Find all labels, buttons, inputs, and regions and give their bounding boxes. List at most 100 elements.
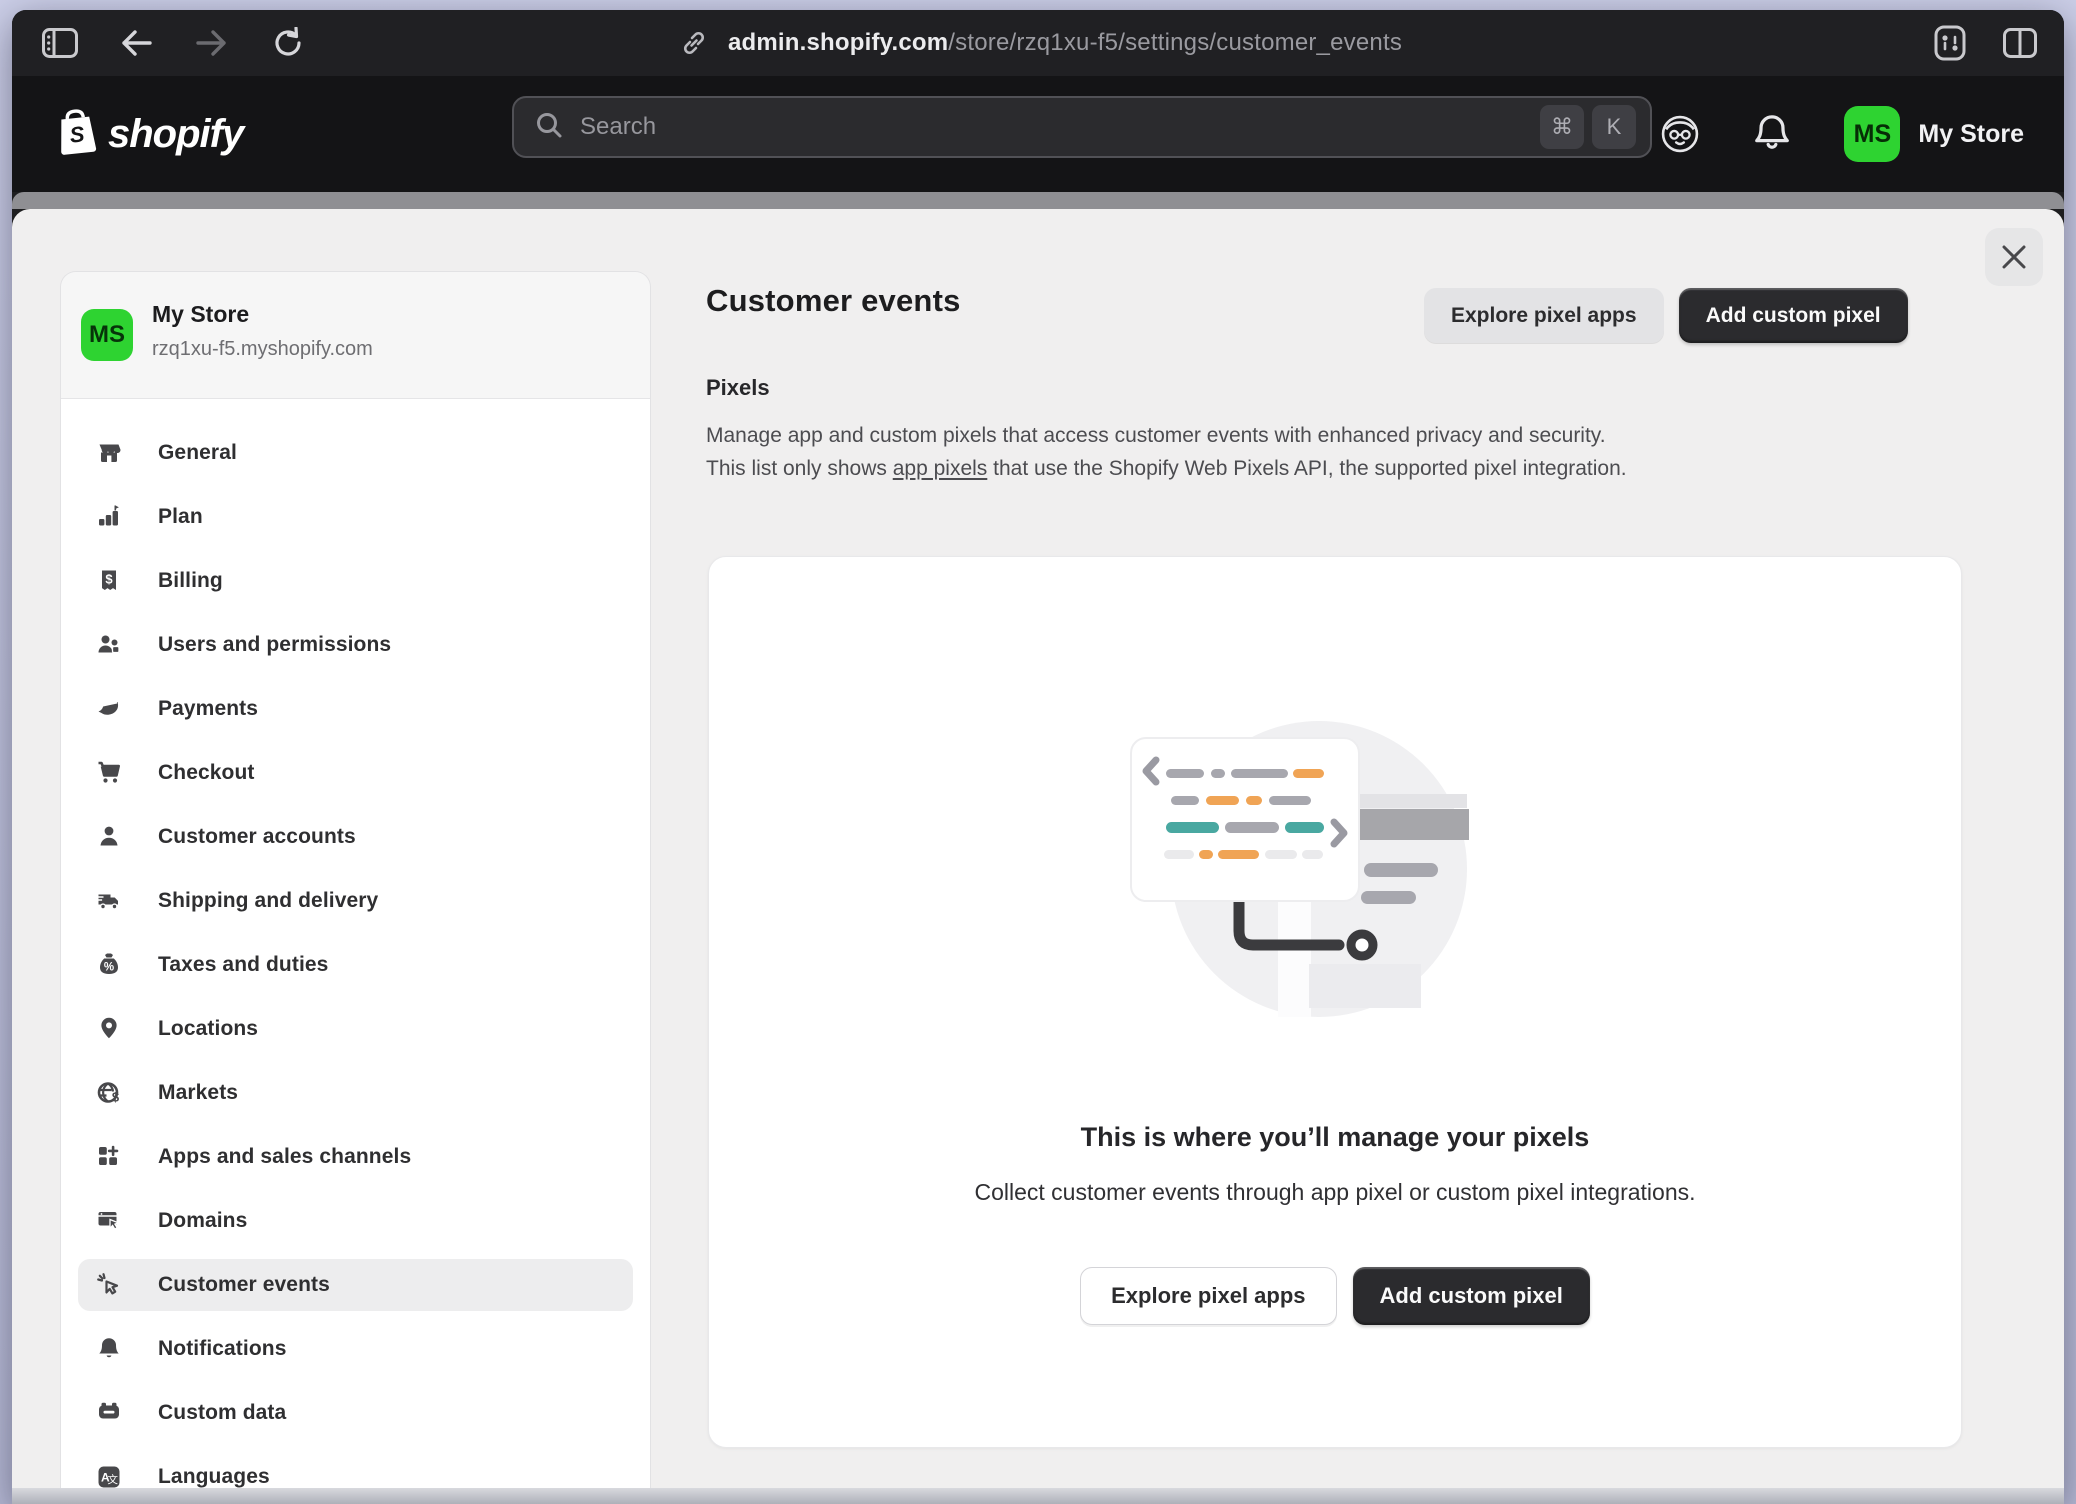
browser-sidebar-toggle-icon[interactable] xyxy=(40,23,80,63)
shopify-header: S shopify Search ⌘ K MS My Store xyxy=(12,76,2064,192)
split-view-icon[interactable] xyxy=(2000,23,2040,63)
sidebar-item-taxes-and-duties[interactable]: % Taxes and duties xyxy=(78,939,633,991)
sidebar-item-general[interactable]: General xyxy=(78,427,633,479)
sidebar-item-label: Apps and sales channels xyxy=(158,1145,411,1169)
url-path: /store/rzq1xu-f5/settings/customer_event… xyxy=(948,29,1402,56)
sidebar-item-plan[interactable]: Plan xyxy=(78,491,633,543)
browser-extensions-icon[interactable] xyxy=(1930,23,1970,63)
settings-nav-list: General Plan $ Billing Users and permissions… xyxy=(61,399,650,1488)
sidebar-item-checkout[interactable]: Checkout xyxy=(78,747,633,799)
add-custom-pixel-button[interactable]: Add custom pixel xyxy=(1679,288,1908,343)
cmd-key-badge: ⌘ xyxy=(1540,105,1584,149)
sidebar-item-markets[interactable]: $ Markets xyxy=(78,1067,633,1119)
back-button-icon[interactable] xyxy=(116,23,156,63)
reload-button-icon[interactable] xyxy=(268,23,308,63)
users-icon xyxy=(96,632,122,658)
account-menu[interactable]: MS My Store xyxy=(1844,106,2024,162)
pixels-empty-state-card: This is where you’ll manage your pixels … xyxy=(708,556,1962,1448)
shopify-logo[interactable]: S shopify xyxy=(56,76,243,192)
sidebar-item-shipping-and-delivery[interactable]: Shipping and delivery xyxy=(78,875,633,927)
browser-chrome-bar: admin.shopify.com/store/rzq1xu-f5/settin… xyxy=(12,10,2064,76)
browser-window: admin.shopify.com/store/rzq1xu-f5/settin… xyxy=(12,10,2064,1504)
store-avatar: MS xyxy=(81,309,133,361)
sidebar-item-users-and-permissions[interactable]: Users and permissions xyxy=(78,619,633,671)
languages-icon: A文 xyxy=(96,1464,122,1488)
payments-icon xyxy=(96,696,122,722)
domains-icon xyxy=(96,1208,122,1234)
shopify-wordmark: shopify xyxy=(108,112,243,157)
sidebar-item-label: Taxes and duties xyxy=(158,953,328,977)
page-title: Customer events xyxy=(706,283,961,319)
pixels-illustration xyxy=(709,557,1963,1057)
svg-text:文: 文 xyxy=(108,1473,119,1486)
storefront-icon xyxy=(96,440,122,466)
shopify-bag-icon: S xyxy=(53,105,100,162)
add-custom-pixel-button[interactable]: Add custom pixel xyxy=(1353,1267,1590,1325)
empty-state-subtitle: Collect customer events through app pixe… xyxy=(709,1179,1961,1206)
close-icon xyxy=(1999,242,2029,272)
svg-text:S: S xyxy=(68,121,86,147)
sidebar-item-label: Checkout xyxy=(158,761,254,785)
notifications-bell-icon xyxy=(96,1336,122,1362)
svg-text:$: $ xyxy=(112,1090,120,1105)
sidebar-item-label: Languages xyxy=(158,1465,270,1488)
sidebar-item-label: Customer events xyxy=(158,1273,330,1297)
customer-accounts-icon xyxy=(96,824,122,850)
search-icon xyxy=(534,110,564,145)
search-shortcut: ⌘ K xyxy=(1540,105,1636,149)
k-key-badge: K xyxy=(1592,105,1636,149)
plan-icon xyxy=(96,504,122,530)
sidebar-item-label: Payments xyxy=(158,697,258,721)
sidebar-item-billing[interactable]: $ Billing xyxy=(78,555,633,607)
sidebar-item-languages[interactable]: A文 Languages xyxy=(78,1451,633,1488)
sidebar-item-locations[interactable]: Locations xyxy=(78,1003,633,1055)
dimmed-page-edge xyxy=(12,192,2064,209)
sidebar-item-label: Billing xyxy=(158,569,223,593)
settings-modal: MS My Store rzq1xu-f5.myshopify.com Gene… xyxy=(12,209,2064,1504)
sidebar-item-custom-data[interactable]: Custom data xyxy=(78,1387,633,1439)
svg-text:%: % xyxy=(104,962,114,974)
window-bottom-edge xyxy=(12,1488,2064,1504)
forward-button-icon[interactable] xyxy=(192,23,232,63)
sidebar-item-apps-and-sales-channels[interactable]: Apps and sales channels xyxy=(78,1131,633,1183)
sidebar-item-label: Shipping and delivery xyxy=(158,889,378,913)
profile-extension-icon[interactable] xyxy=(1660,114,1700,154)
custom-data-icon xyxy=(96,1400,122,1426)
billing-icon: $ xyxy=(96,568,122,594)
sidebar-item-notifications[interactable]: Notifications xyxy=(78,1323,633,1375)
sidebar-item-domains[interactable]: Domains xyxy=(78,1195,633,1247)
url-host: admin.shopify.com xyxy=(728,29,948,56)
sidebar-item-payments[interactable]: Payments xyxy=(78,683,633,735)
sidebar-item-customer-accounts[interactable]: Customer accounts xyxy=(78,811,633,863)
store-name-header: My Store xyxy=(1918,120,2024,149)
close-modal-button[interactable] xyxy=(1985,228,2043,286)
sidebar-item-label: Locations xyxy=(158,1017,258,1041)
store-avatar: MS xyxy=(1844,106,1900,162)
svg-text:$: $ xyxy=(105,572,113,587)
checkout-cart-icon xyxy=(96,760,122,786)
store-name: My Store xyxy=(152,301,249,328)
app-pixels-link[interactable]: app pixels xyxy=(893,457,988,480)
notifications-bell-icon[interactable] xyxy=(1752,114,1792,154)
sidebar-item-label: Plan xyxy=(158,505,203,529)
sidebar-item-label: Markets xyxy=(158,1081,238,1105)
explore-pixel-apps-button[interactable]: Explore pixel apps xyxy=(1424,288,1664,343)
sidebar-store-card: MS My Store rzq1xu-f5.myshopify.com xyxy=(61,272,650,399)
sidebar-item-label: Domains xyxy=(158,1209,247,1233)
sidebar-item-label: General xyxy=(158,441,237,465)
global-search-input[interactable]: Search ⌘ K xyxy=(512,96,1652,158)
locations-pin-icon xyxy=(96,1016,122,1042)
markets-globe-icon: $ xyxy=(96,1080,122,1106)
settings-sidebar: MS My Store rzq1xu-f5.myshopify.com Gene… xyxy=(60,271,651,1488)
sidebar-item-label: Notifications xyxy=(158,1337,286,1361)
sidebar-item-customer-events[interactable]: Customer events xyxy=(78,1259,633,1311)
search-placeholder: Search xyxy=(580,113,1540,141)
sidebar-item-label: Customer accounts xyxy=(158,825,356,849)
address-bar[interactable]: admin.shopify.com/store/rzq1xu-f5/settin… xyxy=(12,10,2064,76)
explore-pixel-apps-button[interactable]: Explore pixel apps xyxy=(1080,1267,1336,1325)
pixels-section-title: Pixels xyxy=(706,375,770,401)
empty-state-title: This is where you’ll manage your pixels xyxy=(709,1122,1961,1153)
shipping-truck-icon xyxy=(96,888,122,914)
pixels-description: Manage app and custom pixels that access… xyxy=(706,419,1627,485)
taxes-icon: % xyxy=(96,952,122,978)
